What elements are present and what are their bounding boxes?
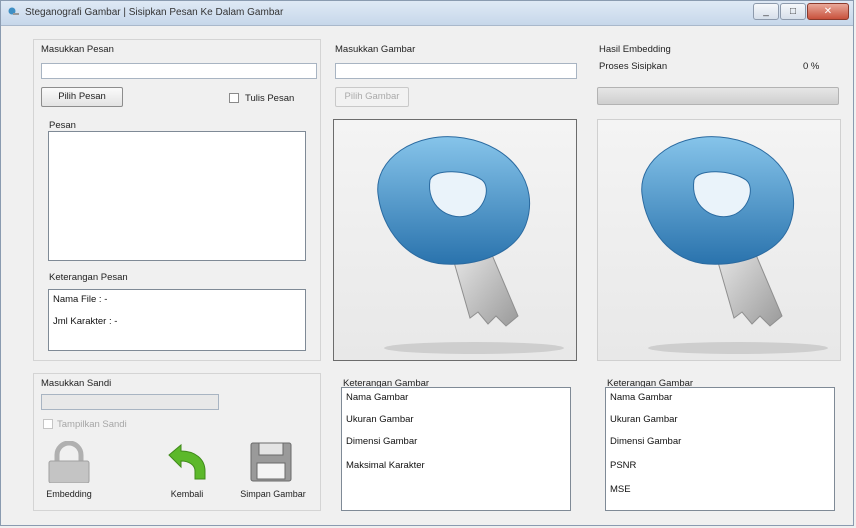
back-label: Kembali	[170, 489, 204, 499]
message-input[interactable]	[41, 63, 317, 79]
choose-message-button[interactable]: Pilih Pesan	[41, 87, 123, 107]
password-heading: Masukkan Sandi	[41, 378, 112, 389]
write-message-label: Tulis Pesan	[245, 93, 295, 104]
save-image-button[interactable]: Simpan Gambar	[240, 441, 306, 499]
main-window: Steganografi Gambar | Sisipkan Pesan Ke …	[0, 0, 854, 526]
list-item: Ukuran Gambar	[610, 414, 678, 425]
write-message-checkbox[interactable]	[229, 93, 239, 103]
stego-image-box	[597, 119, 841, 361]
key-icon	[641, 136, 828, 354]
message-info-list: Nama File : - Jml Karakter : -	[48, 289, 306, 351]
password-input[interactable]	[41, 394, 219, 410]
progress-label: Proses Sisipkan	[599, 61, 668, 72]
embed-label: Embedding	[46, 489, 92, 499]
image-heading: Masukkan Gambar	[335, 44, 416, 55]
lock-key-icon	[8, 7, 19, 15]
list-item: Maksimal Karakter	[346, 460, 425, 471]
key-icon	[377, 136, 564, 354]
list-item: PSNR	[610, 460, 637, 471]
list-item: Dimensi Gambar	[346, 436, 418, 447]
list-item: Dimensi Gambar	[610, 436, 682, 447]
list-item: Nama File : -	[53, 294, 108, 305]
list-item: Nama Gambar	[346, 392, 409, 403]
list-item: MSE	[610, 484, 631, 495]
embedding-progress-bar	[597, 87, 839, 105]
progress-value: 0 %	[803, 61, 820, 72]
message-info-label: Keterangan Pesan	[49, 272, 128, 283]
title-bar: Steganografi Gambar | Sisipkan Pesan Ke …	[1, 1, 853, 26]
list-item: Nama Gambar	[610, 392, 673, 403]
cover-image-box	[333, 119, 577, 361]
padlock-icon	[48, 440, 90, 484]
minimize-button[interactable]: _	[753, 3, 779, 20]
show-password-label: Tampilkan Sandi	[57, 419, 127, 430]
close-button[interactable]: ✕	[807, 3, 849, 20]
back-button[interactable]: Kembali	[159, 441, 215, 499]
maximize-button[interactable]: □	[780, 3, 806, 20]
result-heading: Hasil Embedding	[599, 44, 671, 55]
message-label: Pesan	[49, 120, 76, 131]
window-title: Steganografi Gambar | Sisipkan Pesan Ke …	[25, 7, 284, 18]
list-item: Jml Karakter : -	[53, 316, 118, 327]
message-heading: Masukkan Pesan	[41, 44, 114, 55]
message-textarea[interactable]	[48, 131, 306, 261]
show-password-checkbox[interactable]	[43, 419, 53, 429]
embed-button[interactable]: Embedding	[41, 440, 97, 499]
image-input[interactable]	[335, 63, 577, 79]
choose-image-button[interactable]: Pilih Gambar	[335, 87, 409, 107]
floppy-disk-icon	[250, 442, 292, 482]
result-info-list: Nama Gambar Ukuran Gambar Dimensi Gambar…	[605, 387, 835, 511]
undo-arrow-icon	[168, 443, 206, 480]
image-info-list: Nama Gambar Ukuran Gambar Dimensi Gambar…	[341, 387, 571, 511]
list-item: Ukuran Gambar	[346, 414, 414, 425]
save-image-label: Simpan Gambar	[240, 489, 306, 499]
